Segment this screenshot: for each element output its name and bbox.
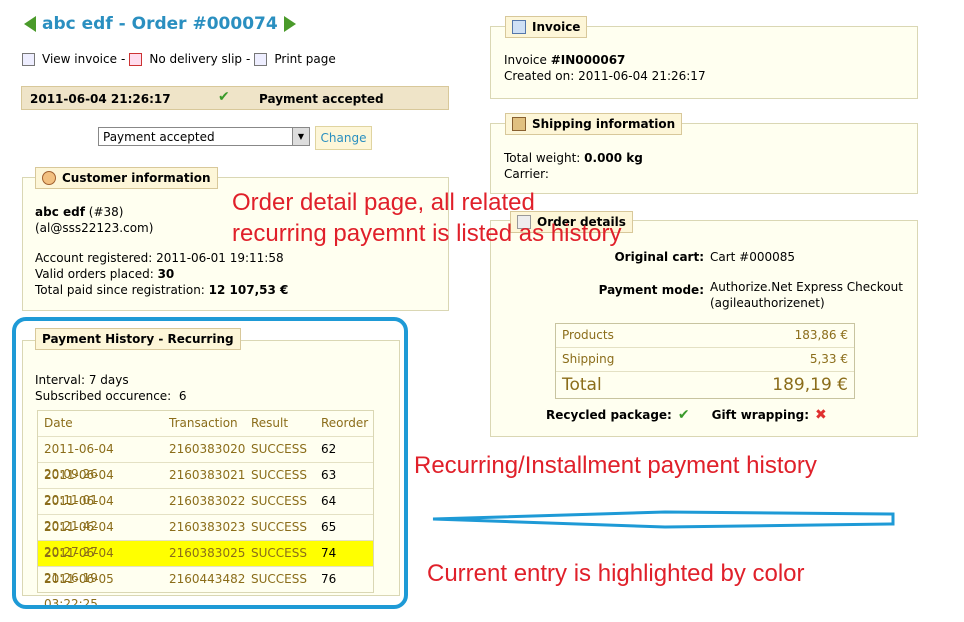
order-options: Recycled package: ✔ Gift wrapping: ✖ — [546, 407, 827, 423]
view-invoice-link[interactable]: View invoice — [42, 52, 117, 66]
customer-id: (#38) — [88, 205, 124, 219]
chevron-down-icon[interactable]: ▼ — [292, 128, 309, 145]
no-delivery-icon — [129, 52, 143, 66]
valid-orders-label: Valid orders placed: — [35, 267, 154, 281]
total-value: 189,19 € — [772, 375, 848, 395]
link-separator: - — [246, 52, 251, 66]
payment-mode-line1: Authorize.Net Express Checkout — [710, 280, 903, 294]
previous-order-arrow-icon[interactable] — [24, 16, 36, 32]
page-title: abc edf - Order #000074 — [24, 14, 296, 34]
invoice-title: Invoice — [532, 20, 581, 34]
weight-label: Total weight: — [504, 151, 581, 165]
highlight-outline — [12, 317, 408, 609]
registered-label: Account registered: — [35, 251, 153, 265]
registered-value: 2011-06-01 19:11:58 — [156, 251, 284, 265]
check-icon: ✔ — [218, 89, 230, 105]
order-state-select[interactable]: Payment accepted ▼ — [98, 127, 310, 146]
annotation-line: Order detail page, all related — [232, 189, 535, 216]
payment-mode-label: Payment mode: — [598, 283, 704, 297]
pointer-arrow-icon — [432, 510, 895, 529]
change-state-button[interactable]: Change — [315, 126, 372, 150]
invoice-created-label: Created on: — [504, 69, 575, 83]
recycled-label: Recycled package: — [546, 408, 672, 422]
invoice-body: Invoice #IN000067 Created on: 2011-06-04… — [504, 52, 706, 84]
totals-row-products: Products 183,86 € — [556, 324, 854, 348]
valid-orders-value: 30 — [157, 267, 175, 281]
customer-name: abc edf — [35, 205, 85, 219]
total-paid-label: Total paid since registration: — [35, 283, 205, 297]
order-totals-table: Products 183,86 € Shipping 5,33 € Total … — [555, 323, 855, 399]
order-status-bar: 2011-06-04 21:26:17 ✔ Payment accepted — [21, 86, 449, 110]
shipping-body: Total weight: 0.000 kg Carrier: — [504, 150, 643, 182]
shipping-cost-value: 5,33 € — [809, 352, 848, 366]
invoice-number: #IN000067 — [550, 53, 626, 67]
shipping-legend: Shipping information — [505, 113, 683, 135]
shipping-title: Shipping information — [532, 117, 676, 131]
totals-row-total: Total 189,19 € — [556, 372, 854, 398]
payment-mode-value: Authorize.Net Express Checkout (agileaut… — [710, 279, 903, 311]
print-page-link[interactable]: Print page — [274, 52, 335, 66]
printer-icon — [254, 52, 268, 66]
annotation-history: Recurring/Installment payment history — [414, 452, 817, 479]
annotation-line: recurring payemnt is listed as history — [232, 220, 622, 247]
gift-label: Gift wrapping: — [711, 408, 810, 422]
order-action-links: View invoice - No delivery slip - Print … — [22, 52, 336, 66]
order-title: abc edf - Order #000074 — [42, 14, 278, 34]
invoice-number-label: Invoice — [504, 53, 547, 67]
totals-row-shipping: Shipping 5,33 € — [556, 348, 854, 372]
customer-info-title: Customer information — [62, 171, 211, 185]
total-paid-value: 12 107,53 € — [208, 283, 289, 297]
truck-icon — [512, 117, 526, 131]
check-icon: ✔ — [677, 407, 690, 423]
cart-label: Original cart: — [614, 250, 704, 264]
user-icon — [42, 171, 56, 185]
annotation-highlight: Current entry is highlighted by color — [427, 560, 805, 587]
products-label: Products — [562, 328, 614, 342]
status-date: 2011-06-04 21:26:17 — [30, 92, 171, 106]
invoice-created: 2011-06-04 21:26:17 — [578, 69, 706, 83]
cross-icon: ✖ — [815, 407, 827, 423]
link-separator: - — [121, 52, 126, 66]
invoice-icon — [22, 52, 35, 66]
customer-info-legend: Customer information — [35, 167, 218, 189]
weight-value: 0.000 kg — [584, 151, 643, 165]
products-value: 183,86 € — [794, 328, 848, 342]
status-label: Payment accepted — [259, 92, 384, 106]
cart-value[interactable]: Cart #000085 — [710, 250, 795, 264]
total-label: Total — [562, 375, 602, 395]
no-delivery-text: No delivery slip — [149, 52, 243, 66]
shipping-cost-label: Shipping — [562, 352, 615, 366]
payment-mode-line2: (agileauthorizenet) — [710, 296, 825, 310]
next-order-arrow-icon[interactable] — [283, 16, 296, 32]
invoice-icon — [512, 20, 526, 34]
invoice-legend: Invoice — [505, 16, 588, 38]
carrier-label: Carrier: — [504, 167, 549, 181]
annotation-order-detail: Order detail page, all related recurring… — [232, 187, 621, 249]
order-state-value: Payment accepted — [103, 130, 215, 144]
